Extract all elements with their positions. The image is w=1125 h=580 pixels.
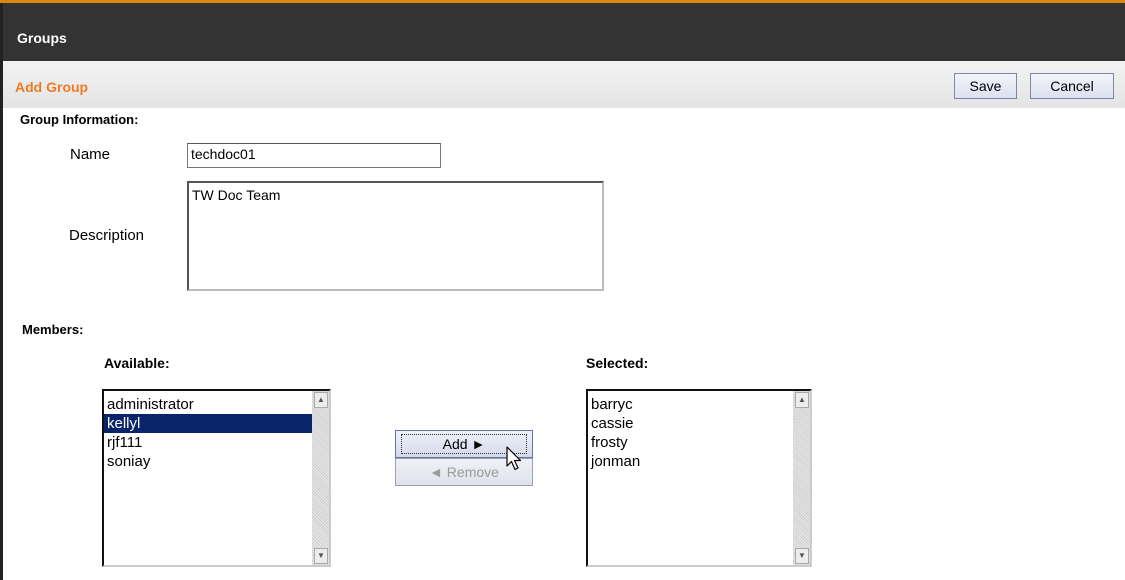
selected-list-items: barryc cassie frosty jonman	[588, 395, 793, 471]
name-field[interactable]: techdoc01	[187, 143, 441, 168]
list-item[interactable]: barryc	[588, 395, 793, 414]
list-item[interactable]: kellyl	[104, 414, 312, 433]
scroll-up-icon[interactable]: ▲	[314, 392, 328, 408]
list-item[interactable]: soniay	[104, 452, 312, 471]
description-label: Description	[69, 227, 145, 244]
save-button[interactable]: Save	[954, 73, 1017, 99]
list-item[interactable]: cassie	[588, 414, 793, 433]
group-information-heading: Group Information:	[20, 112, 139, 127]
available-list-items: administrator kellyl rjf111 soniay	[104, 395, 312, 471]
list-item[interactable]: administrator	[104, 395, 312, 414]
available-heading: Available:	[104, 355, 170, 371]
scroll-up-icon[interactable]: ▲	[795, 392, 809, 408]
cancel-button[interactable]: Cancel	[1030, 73, 1114, 99]
page-title: Groups	[17, 30, 67, 46]
members-heading: Members:	[22, 322, 84, 337]
selected-heading: Selected:	[586, 355, 649, 371]
scroll-down-icon[interactable]: ▼	[795, 548, 809, 564]
description-field[interactable]: TW Doc Team	[187, 181, 604, 291]
available-scrollbar[interactable]: ▲ ▼	[312, 391, 329, 565]
mouse-pointer-icon	[506, 446, 522, 471]
list-item[interactable]: jonman	[588, 452, 793, 471]
available-list[interactable]: administrator kellyl rjf111 soniay ▲ ▼	[102, 389, 331, 567]
scroll-down-icon[interactable]: ▼	[314, 548, 328, 564]
form-title: Add Group	[15, 79, 89, 95]
selected-list[interactable]: barryc cassie frosty jonman ▲ ▼	[586, 389, 812, 567]
selected-scrollbar[interactable]: ▲ ▼	[793, 391, 810, 565]
list-item[interactable]: frosty	[588, 433, 793, 452]
name-label: Name	[70, 146, 111, 163]
page-header: Groups	[3, 3, 1125, 61]
list-item[interactable]: rjf111	[104, 433, 312, 452]
